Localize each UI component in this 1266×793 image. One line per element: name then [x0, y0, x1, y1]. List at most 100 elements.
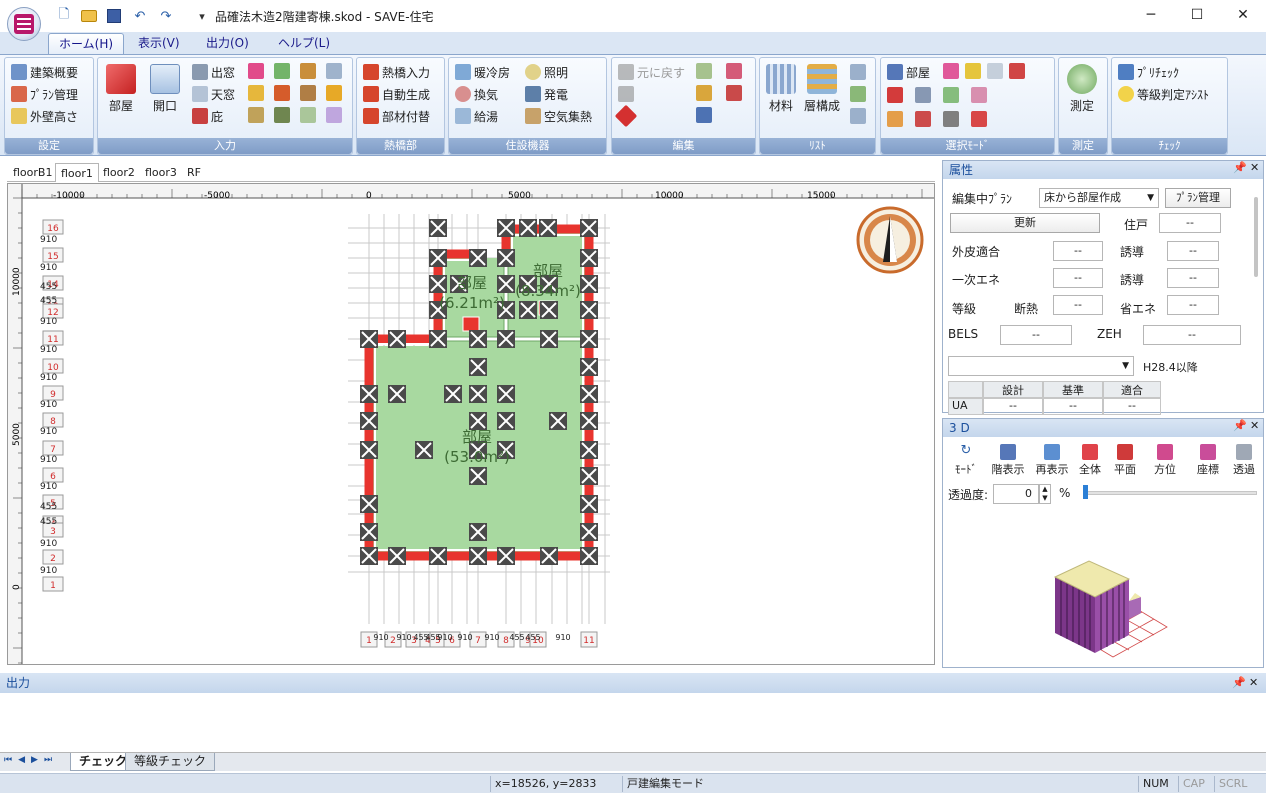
thermal-bridge-input-button[interactable]: 熱橋入力	[363, 61, 430, 83]
view3d-plane-button[interactable]: 平面	[1107, 443, 1143, 477]
column-marker[interactable]	[429, 275, 447, 293]
close-button[interactable]: ✕	[1220, 0, 1266, 30]
batch-replace-icon[interactable]	[726, 85, 742, 101]
output-close-icon[interactable]: ✕	[1249, 676, 1258, 689]
tab-floor1[interactable]: floor1	[55, 163, 99, 182]
plan-manage-panel-button[interactable]: ﾌﾟﾗﾝ管理	[1165, 188, 1231, 208]
new-file-icon[interactable]: 🗋	[54, 7, 74, 25]
select-opening-icon[interactable]	[887, 111, 903, 127]
attributes-scrollbar[interactable]	[1254, 197, 1258, 277]
select-roof-icon[interactable]	[915, 87, 931, 103]
column-marker[interactable]	[580, 358, 598, 376]
column-marker[interactable]	[580, 441, 598, 459]
view3d-pin-icon[interactable]: 📌	[1233, 419, 1247, 432]
column-marker[interactable]	[539, 219, 557, 237]
column-marker[interactable]	[429, 249, 447, 267]
eaves-button[interactable]: 庇	[192, 105, 235, 127]
select-column-icon[interactable]	[943, 111, 959, 127]
row-marker[interactable]: 11	[42, 330, 64, 346]
view3d-whole-button[interactable]: 全体	[1073, 443, 1107, 477]
column-grid-marker[interactable]: 11	[580, 631, 598, 648]
auto-generate-button[interactable]: 自動生成	[363, 83, 430, 105]
tab-floor2[interactable]: floor2	[98, 163, 140, 182]
maximize-button[interactable]: ☐	[1174, 0, 1220, 30]
column-marker[interactable]	[580, 385, 598, 403]
tab-view[interactable]: 表示(V)	[128, 33, 190, 54]
nav-first-icon[interactable]: ⏮	[4, 755, 12, 765]
tab-help[interactable]: ヘルプ(L)	[268, 33, 340, 54]
undo-edit-button[interactable]: 元に戻す	[618, 61, 685, 83]
customize-dropdown-icon[interactable]: ▾	[192, 7, 212, 25]
column-marker[interactable]	[497, 412, 515, 430]
view3d-orientation-button[interactable]: 方位	[1143, 443, 1187, 477]
column-marker[interactable]	[497, 219, 515, 237]
row-marker[interactable]: 12	[42, 303, 64, 319]
column-marker[interactable]	[540, 330, 558, 348]
column-marker[interactable]	[497, 330, 515, 348]
corner-input-icon[interactable]	[248, 107, 264, 123]
minimize-button[interactable]: ─	[1128, 0, 1174, 30]
nav-prev-icon[interactable]: ◀	[18, 755, 25, 765]
hot-water-button[interactable]: 給湯	[455, 105, 510, 127]
column-marker[interactable]	[580, 412, 598, 430]
column-marker[interactable]	[429, 547, 447, 565]
tab-floorB1[interactable]: floorB1	[8, 163, 57, 182]
building-overview-button[interactable]: 建築概要	[11, 61, 78, 83]
ventilation-button[interactable]: 換気	[455, 83, 510, 105]
column-marker[interactable]	[580, 547, 598, 565]
output-pin-icon[interactable]: 📌	[1232, 676, 1246, 689]
column-marker[interactable]	[519, 301, 537, 319]
column-marker[interactable]	[388, 385, 406, 403]
redo-icon[interactable]: ↷	[156, 7, 176, 25]
select-eaves-icon[interactable]	[971, 111, 987, 127]
balcony-input-icon[interactable]	[326, 85, 342, 101]
measure-button[interactable]: 測定	[1067, 64, 1097, 114]
select-floor-icon[interactable]	[943, 87, 959, 103]
column-marker[interactable]	[360, 547, 378, 565]
column-marker[interactable]	[360, 441, 378, 459]
air-heat-collection-button[interactable]: 空気集熱	[525, 105, 592, 127]
column-marker[interactable]	[429, 330, 447, 348]
column-marker[interactable]	[580, 523, 598, 541]
column-marker[interactable]	[469, 385, 487, 403]
column-marker[interactable]	[580, 249, 598, 267]
column-marker[interactable]	[429, 219, 447, 237]
area-select-icon[interactable]	[696, 63, 712, 79]
open-folder-icon[interactable]	[79, 7, 99, 25]
power-generation-button[interactable]: 発電	[525, 83, 592, 105]
list-view-1-icon[interactable]	[850, 64, 866, 80]
floor-edge-icon[interactable]	[326, 63, 342, 79]
column-marker[interactable]	[388, 330, 406, 348]
row-marker[interactable]: 6	[42, 467, 64, 483]
move-arrows-icon[interactable]	[696, 107, 712, 123]
column-input-icon[interactable]	[274, 107, 290, 123]
row-marker[interactable]: 2	[42, 549, 64, 565]
column-marker[interactable]	[469, 249, 487, 267]
column-marker[interactable]	[360, 330, 378, 348]
tab-floor3[interactable]: floor3	[140, 163, 182, 182]
replace-icon[interactable]	[696, 85, 712, 101]
bay-window-button[interactable]: 出窓	[192, 61, 235, 83]
door-mark-west[interactable]	[462, 316, 480, 332]
column-marker[interactable]	[549, 412, 567, 430]
row-marker[interactable]: 8	[42, 412, 64, 428]
grade-assist-button[interactable]: 等級判定ｱｼｽﾄ	[1118, 83, 1209, 105]
floor-plan-drawing[interactable]: -10000 -5000 0 5000 10000 15000 10000 50…	[8, 184, 935, 665]
view3d-close-icon[interactable]: ✕	[1250, 419, 1259, 432]
column-marker[interactable]	[415, 441, 433, 459]
column-marker[interactable]	[469, 547, 487, 565]
column-marker[interactable]	[540, 547, 558, 565]
column-marker[interactable]	[519, 219, 537, 237]
column-marker[interactable]	[580, 301, 598, 319]
compass-icon[interactable]	[856, 206, 924, 274]
view3d-mode-button[interactable]: ↻ ﾓｰﾄﾞ	[947, 443, 985, 477]
column-marker[interactable]	[469, 523, 487, 541]
skylight-button[interactable]: 天窓	[192, 83, 235, 105]
column-marker[interactable]	[444, 385, 462, 403]
column-marker[interactable]	[580, 330, 598, 348]
frame-input-icon[interactable]	[274, 85, 290, 101]
column-marker[interactable]	[497, 249, 515, 267]
standard-select[interactable]: ▼	[948, 356, 1134, 376]
column-marker[interactable]	[469, 330, 487, 348]
column-marker[interactable]	[469, 467, 487, 485]
